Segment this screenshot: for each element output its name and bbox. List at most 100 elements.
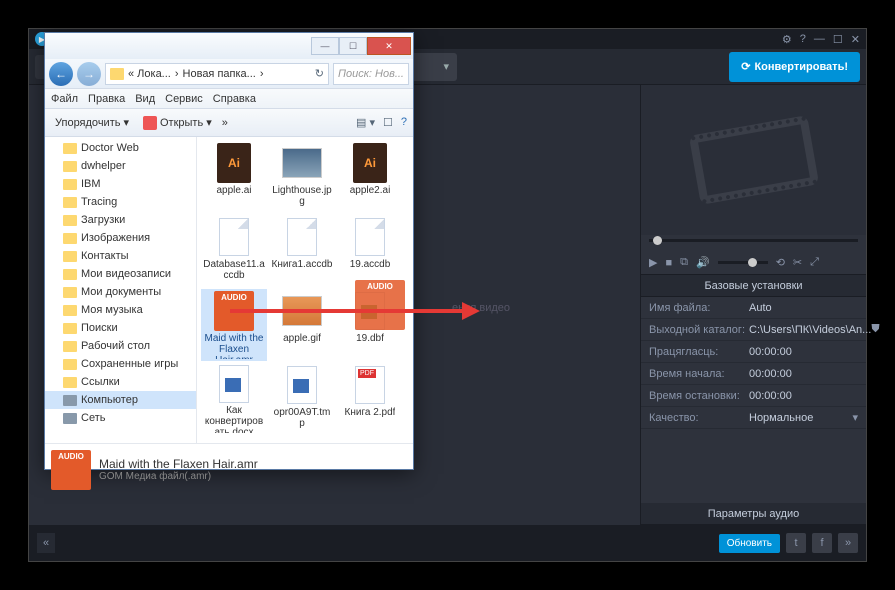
settings-row[interactable]: Время начала:00:00:00 <box>641 363 866 385</box>
tree-node[interactable]: Компьютер <box>45 391 196 409</box>
snapshot-icon[interactable]: ⧉ <box>680 256 688 269</box>
file-thumb: Ai <box>350 143 390 183</box>
file-item[interactable]: opr00A9T.tmp <box>269 363 335 435</box>
tree-label: Сеть <box>81 412 105 424</box>
explorer-titlebar[interactable]: — ☐ ✕ <box>45 33 413 59</box>
settings-value: 00:00:00 <box>749 390 858 402</box>
menu-item[interactable]: Правка <box>88 93 125 105</box>
tree-label: Рабочий стол <box>81 340 150 352</box>
expand-icon[interactable]: ⤢ <box>810 256 819 269</box>
menu-item[interactable]: Справка <box>213 93 256 105</box>
loop-icon[interactable]: ⟲ <box>776 256 785 269</box>
tree-node[interactable]: Сохраненные игры <box>45 355 196 373</box>
expand-right-button[interactable]: » <box>838 533 858 553</box>
file-thumb <box>282 365 322 405</box>
file-item[interactable]: Книга1.accdb <box>269 215 335 287</box>
tree-node[interactable]: Tracing <box>45 193 196 211</box>
folder-tree[interactable]: Doctor Webdwhelper IBM Tracing Загрузки Изоб… <box>45 137 197 443</box>
folder-icon <box>63 323 77 334</box>
stop-icon[interactable]: ■ <box>665 257 672 269</box>
open-button[interactable]: Открыть ▾ <box>139 114 216 132</box>
file-label: Книга 2.pdf <box>345 407 396 418</box>
tree-node[interactable]: Сеть <box>45 409 196 427</box>
maximize-icon[interactable]: ☐ <box>833 33 843 46</box>
tree-label: Контакты <box>81 250 129 262</box>
win-minimize-button[interactable]: — <box>311 37 339 55</box>
tree-node[interactable]: Ссылки <box>45 373 196 391</box>
view-icon[interactable]: ▤ ▾ <box>356 116 375 129</box>
volume-slider[interactable] <box>718 261 768 264</box>
file-item[interactable]: Aiapple2.ai <box>337 141 403 213</box>
win-close-button[interactable]: ✕ <box>367 37 411 55</box>
explorer-menubar: Файл Правка Вид Сервис Справка <box>45 89 413 109</box>
preview-pane-icon[interactable]: ☐ <box>383 116 393 129</box>
settings-row[interactable]: Качество:Нормальное▾ <box>641 407 866 429</box>
facebook-icon[interactable]: f <box>812 533 832 553</box>
browse-icon[interactable]: ⛊ <box>871 323 879 336</box>
volume-icon[interactable]: 🔊 <box>696 256 710 269</box>
address-bar[interactable]: « Лока... › Новая папка... › ↻ <box>105 63 329 85</box>
file-item[interactable]: Aiapple.ai <box>201 141 267 213</box>
tree-node[interactable]: Загрузки <box>45 211 196 229</box>
file-item[interactable]: Как конвертировать.docx <box>201 363 267 435</box>
help-icon[interactable]: ? <box>401 116 407 129</box>
tree-node[interactable]: Doctor Web <box>45 139 196 157</box>
settings-key: Выходной каталог: <box>649 324 749 336</box>
convert-button[interactable]: ⟳ Конвертировать! <box>729 52 860 82</box>
tree-node[interactable]: Рабочий стол <box>45 337 196 355</box>
chevron-down-icon: ▾ <box>443 60 449 73</box>
tree-label: Компьютер <box>81 394 138 406</box>
tree-node[interactable]: IBM <box>45 175 196 193</box>
refresh-addr-icon[interactable]: ↻ <box>315 67 324 80</box>
timeline-slider[interactable] <box>641 235 866 251</box>
nav-back-button[interactable]: ← <box>49 62 73 86</box>
breadcrumb-part[interactable]: Новая папка... <box>183 68 256 80</box>
tree-label: Сохраненные игры <box>81 358 178 370</box>
cut-icon[interactable]: ✂ <box>793 256 802 269</box>
tree-label: IBM <box>81 178 101 190</box>
chevron-right-icon: › <box>260 68 264 80</box>
file-label: opr00A9T.tmp <box>271 407 333 429</box>
file-item[interactable]: 19.accdb <box>337 215 403 287</box>
settings-row[interactable]: Выходной каталог:C:\Users\ПК\Videos\An..… <box>641 319 866 341</box>
menu-item[interactable]: Файл <box>51 93 78 105</box>
minimize-icon[interactable]: — <box>814 33 825 46</box>
file-item[interactable]: apple.gif <box>269 289 335 361</box>
file-item[interactable]: Database11.accdb <box>201 215 267 287</box>
audio-params-header[interactable]: Параметры аудио <box>641 503 866 525</box>
tree-node[interactable]: Мои видеозаписи <box>45 265 196 283</box>
search-input[interactable]: Поиск: Нов... <box>333 63 409 85</box>
menu-item[interactable]: Сервис <box>165 93 203 105</box>
organize-button[interactable]: Упорядочить ▾ <box>51 114 133 131</box>
file-item[interactable]: Lighthouse.jpg <box>269 141 335 213</box>
win-maximize-button[interactable]: ☐ <box>339 37 367 55</box>
settings-header: Базовые установки <box>641 275 866 297</box>
breadcrumb-part[interactable]: « Лока... <box>128 68 171 80</box>
settings-row[interactable]: Время остановки:00:00:00 <box>641 385 866 407</box>
tree-node[interactable]: Моя музыка <box>45 301 196 319</box>
tree-node[interactable]: Поиски <box>45 319 196 337</box>
help-icon[interactable]: ? <box>800 33 806 46</box>
tree-label: Загрузки <box>81 214 125 226</box>
tree-node[interactable]: Мои документы <box>45 283 196 301</box>
tree-label: Ссылки <box>81 376 120 388</box>
tree-node[interactable]: dwhelper <box>45 157 196 175</box>
nav-fwd-button[interactable]: → <box>77 62 101 86</box>
folder-icon <box>63 341 77 352</box>
close-icon[interactable]: ✕ <box>851 33 860 46</box>
twitter-icon[interactable]: t <box>786 533 806 553</box>
settings-row[interactable]: Працягласць:00:00:00 <box>641 341 866 363</box>
open-icon <box>143 116 157 130</box>
settings-row[interactable]: Имя файла:Auto <box>641 297 866 319</box>
file-item[interactable]: AUDIOMaid with the Flaxen Hair.amr <box>201 289 267 361</box>
collapse-left-button[interactable]: « <box>37 533 55 553</box>
file-thumb: AUDIO <box>214 291 254 331</box>
tree-node[interactable]: Изображения <box>45 229 196 247</box>
file-item[interactable]: Книга 2.pdf <box>337 363 403 435</box>
settings-icon[interactable]: ⚙ <box>782 33 792 46</box>
chevron-dbl-icon[interactable]: » <box>222 117 228 129</box>
tree-node[interactable]: Контакты <box>45 247 196 265</box>
menu-item[interactable]: Вид <box>135 93 155 105</box>
play-icon[interactable]: ▶ <box>649 256 657 269</box>
update-button[interactable]: Обновить <box>719 534 780 553</box>
